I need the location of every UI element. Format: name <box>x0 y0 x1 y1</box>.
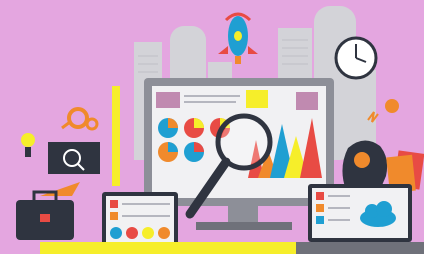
desk-strip <box>40 242 296 254</box>
photo-tablet <box>48 142 100 174</box>
pencil <box>112 86 120 186</box>
small-pie-icon <box>385 99 399 113</box>
laptop <box>296 184 424 254</box>
left-tablet <box>102 192 178 246</box>
clock-icon <box>334 36 378 80</box>
analytics-illustration <box>0 0 424 254</box>
